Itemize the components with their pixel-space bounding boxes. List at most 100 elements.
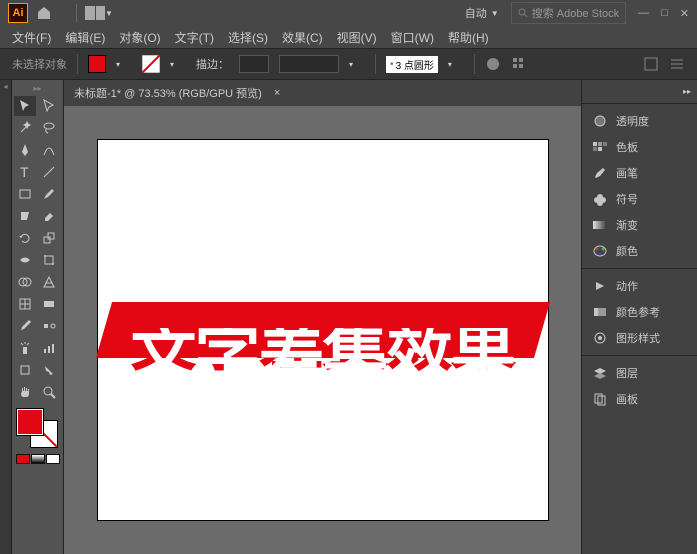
- fill-color-swatch[interactable]: [88, 55, 106, 73]
- app-logo: Ai: [8, 3, 28, 23]
- menu-object[interactable]: 对象(O): [119, 29, 160, 46]
- panel-color-guide[interactable]: 颜色参考: [582, 299, 697, 325]
- panel-color[interactable]: 颜色: [582, 238, 697, 264]
- titlebar: Ai ▼ 自动 ▼ 搜索 Adobe Stock — □ ✕: [0, 0, 697, 26]
- slice-tool[interactable]: [38, 360, 60, 380]
- document-tab[interactable]: 未标题-1* @ 73.53% (RGB/GPU 预览): [74, 85, 262, 101]
- none-mode[interactable]: [46, 454, 60, 464]
- rectangle-tool[interactable]: [14, 184, 36, 204]
- lasso-tool[interactable]: [38, 118, 60, 138]
- artwork: 文字差集效果: [98, 302, 548, 358]
- chevron-down-icon[interactable]: ▾: [349, 60, 353, 69]
- transform-icon[interactable]: [643, 56, 659, 72]
- mesh-tool[interactable]: [14, 294, 36, 314]
- gradient-mode[interactable]: [31, 454, 45, 464]
- artboard[interactable]: 文字差集效果: [98, 140, 548, 520]
- canvas-viewport[interactable]: 文字差集效果: [64, 106, 581, 554]
- hand-tool[interactable]: [14, 382, 36, 402]
- foreground-color[interactable]: [16, 408, 44, 436]
- collapse-panels-icon[interactable]: ▸▸: [683, 87, 691, 96]
- opacity-icon[interactable]: [485, 56, 501, 72]
- chevron-down-icon[interactable]: ▼: [491, 9, 499, 18]
- graph-tool[interactable]: [38, 338, 60, 358]
- stroke-style-dropdown[interactable]: [279, 55, 339, 73]
- fill-mode[interactable]: [16, 454, 30, 464]
- chevron-down-icon[interactable]: ▼: [105, 9, 113, 18]
- minimize-button[interactable]: —: [638, 7, 649, 20]
- panel-gradient[interactable]: 渐变: [582, 212, 697, 238]
- workspace-label[interactable]: 自动: [465, 5, 487, 21]
- canvas-area: 未标题-1* @ 73.53% (RGB/GPU 预览) × 文字差集效果: [64, 80, 581, 554]
- divider: [375, 54, 376, 74]
- artwork-text[interactable]: 文字差集效果: [98, 288, 548, 384]
- panel-artboards[interactable]: 画板: [582, 386, 697, 412]
- curvature-tool[interactable]: [38, 140, 60, 160]
- chevron-down-icon[interactable]: ▾: [116, 60, 120, 69]
- width-tool[interactable]: [14, 250, 36, 270]
- type-tool[interactable]: T: [14, 162, 36, 182]
- free-transform-tool[interactable]: [38, 250, 60, 270]
- stroke-label: 描边：: [196, 56, 229, 72]
- panel-symbols[interactable]: 符号: [582, 186, 697, 212]
- gradient-tool[interactable]: [38, 294, 60, 314]
- menu-type[interactable]: 文字(T): [175, 29, 214, 46]
- window-controls: — □ ✕: [638, 7, 689, 20]
- chevron-down-icon[interactable]: ▾: [170, 60, 174, 69]
- search-stock-field[interactable]: 搜索 Adobe Stock: [511, 2, 626, 24]
- panel-header: ▸▸: [582, 80, 697, 104]
- toolbox-collapse[interactable]: ▸▸: [14, 84, 61, 93]
- brush-definition[interactable]: •3 点圆形: [386, 56, 438, 73]
- panel-graphic-styles[interactable]: 图形样式: [582, 325, 697, 351]
- stroke-color-swatch[interactable]: [142, 55, 160, 73]
- selection-status: 未选择对象: [12, 56, 67, 72]
- svg-text:T: T: [20, 165, 29, 179]
- menu-edit[interactable]: 编辑(E): [65, 29, 105, 46]
- rotate-tool[interactable]: [14, 228, 36, 248]
- panels-dock: ▸▸ 透明度 色板 画笔 符号 渐变 颜色 动作 颜色参考 图形样式 图层 画板: [581, 80, 697, 554]
- panel-brushes[interactable]: 画笔: [582, 160, 697, 186]
- scale-tool[interactable]: [38, 228, 60, 248]
- align-icon[interactable]: [511, 56, 527, 72]
- color-mode-swatches: [14, 454, 61, 464]
- pen-tool[interactable]: [14, 140, 36, 160]
- perspective-tool[interactable]: [38, 272, 60, 292]
- magic-wand-tool[interactable]: [14, 118, 36, 138]
- chevron-left-icon: ◂: [3, 82, 7, 91]
- menu-window[interactable]: 窗口(W): [391, 29, 434, 46]
- divider: [474, 54, 475, 74]
- divider: [76, 4, 77, 22]
- line-tool[interactable]: [38, 162, 60, 182]
- selection-tool[interactable]: [14, 96, 36, 116]
- chevron-down-icon[interactable]: ▾: [448, 60, 452, 69]
- menu-help[interactable]: 帮助(H): [448, 29, 489, 46]
- paintbrush-tool[interactable]: [38, 184, 60, 204]
- direct-selection-tool[interactable]: [38, 96, 60, 116]
- close-button[interactable]: ✕: [680, 7, 689, 20]
- zoom-tool[interactable]: [38, 382, 60, 402]
- panel-actions[interactable]: 动作: [582, 273, 697, 299]
- stroke-weight-input[interactable]: [239, 55, 269, 73]
- tool-collapse-strip[interactable]: ◂: [0, 80, 12, 554]
- panel-layers[interactable]: 图层: [582, 360, 697, 386]
- layout-arrange-button[interactable]: [85, 6, 105, 20]
- menu-view[interactable]: 视图(V): [337, 29, 377, 46]
- menu-effect[interactable]: 效果(C): [282, 29, 323, 46]
- panel-separator: [582, 268, 697, 269]
- panel-swatches[interactable]: 色板: [582, 134, 697, 160]
- eyedropper-tool[interactable]: [14, 316, 36, 336]
- color-picker[interactable]: [14, 408, 61, 452]
- eraser-tool[interactable]: [38, 206, 60, 226]
- menu-select[interactable]: 选择(S): [228, 29, 268, 46]
- artboard-tool[interactable]: [14, 360, 36, 380]
- panel-menu-icon[interactable]: [669, 56, 685, 72]
- blend-tool[interactable]: [38, 316, 60, 336]
- shaper-tool[interactable]: [14, 206, 36, 226]
- menubar: 文件(F) 编辑(E) 对象(O) 文字(T) 选择(S) 效果(C) 视图(V…: [0, 26, 697, 48]
- panel-transparency[interactable]: 透明度: [582, 108, 697, 134]
- menu-file[interactable]: 文件(F): [12, 29, 51, 46]
- home-icon[interactable]: [36, 5, 52, 21]
- symbol-sprayer-tool[interactable]: [14, 338, 36, 358]
- maximize-button[interactable]: □: [661, 7, 668, 20]
- shape-builder-tool[interactable]: [14, 272, 36, 292]
- tab-close-button[interactable]: ×: [274, 87, 280, 99]
